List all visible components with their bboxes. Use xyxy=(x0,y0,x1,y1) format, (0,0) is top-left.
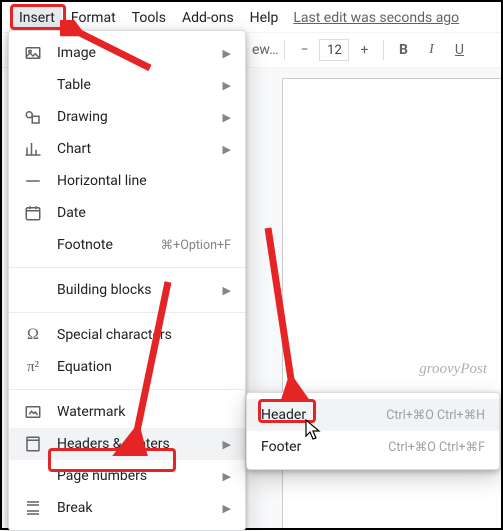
dropdown-item-special-characters[interactable]: Ω Special characters xyxy=(9,319,245,351)
menu-addons[interactable]: Add-ons xyxy=(175,6,241,30)
divider xyxy=(9,312,245,313)
blocks-icon xyxy=(23,280,43,300)
date-icon xyxy=(23,203,43,223)
shortcut-text: Ctrl+⌘O Ctrl+⌘F xyxy=(388,439,485,455)
menu-help[interactable]: Help xyxy=(243,6,286,30)
shortcut-text: Ctrl+⌘O Ctrl+⌘H xyxy=(386,407,485,423)
separator xyxy=(284,40,285,60)
dropdown-item-label: Special characters xyxy=(57,327,231,343)
dropdown-item-label: Building blocks xyxy=(57,282,215,298)
chevron-right-icon: ▶ xyxy=(223,284,231,297)
divider xyxy=(9,267,245,268)
bold-button[interactable]: B xyxy=(390,37,416,63)
dropdown-item-date[interactable]: Date xyxy=(9,197,245,229)
chevron-right-icon: ▶ xyxy=(223,47,231,60)
dropdown-item-drawing[interactable]: Drawing ▶ xyxy=(9,101,245,133)
dropdown-item-label: Horizontal line xyxy=(57,173,231,189)
insert-dropdown: Image ▶ Table ▶ Drawing ▶ Chart ▶ Horizo… xyxy=(8,30,246,531)
table-icon xyxy=(23,75,43,95)
edit-status[interactable]: Last edit was seconds ago xyxy=(293,10,459,26)
chevron-right-icon: ▶ xyxy=(223,111,231,124)
submenu-item-header[interactable]: Header Ctrl+⌘O Ctrl+⌘H xyxy=(247,399,499,431)
menu-insert[interactable]: Insert xyxy=(12,6,62,30)
dropdown-item-page-numbers[interactable]: Page numbers ▶ xyxy=(9,460,245,492)
submenu-item-footer[interactable]: Footer Ctrl+⌘O Ctrl+⌘F xyxy=(247,431,499,463)
dropdown-item-footnote[interactable]: Footnote ⌘+Option+F xyxy=(9,229,245,261)
site-watermark: groovyPost xyxy=(419,361,487,378)
chevron-right-icon: ▶ xyxy=(223,79,231,92)
dropdown-item-label: Headers & footers xyxy=(57,436,215,452)
image-icon xyxy=(23,43,43,63)
dropdown-item-label: Drawing xyxy=(57,109,215,125)
dropdown-item-label: Equation xyxy=(57,359,231,375)
dropdown-item-label: Page numbers xyxy=(57,468,215,484)
dropdown-item-label: Footnote xyxy=(57,237,153,253)
divider xyxy=(9,389,245,390)
dropdown-item-table[interactable]: Table ▶ xyxy=(9,69,245,101)
separator xyxy=(383,40,384,60)
break-icon xyxy=(23,498,43,518)
headers-icon xyxy=(23,434,43,454)
omega-icon: Ω xyxy=(23,325,43,345)
font-size-value[interactable]: 12 xyxy=(319,39,349,61)
dropdown-item-break[interactable]: Break ▶ xyxy=(9,492,245,524)
watermark-icon xyxy=(23,402,43,422)
font-size-stepper[interactable]: − 12 + xyxy=(291,37,377,63)
plus-icon[interactable]: + xyxy=(351,37,377,63)
menu-tools[interactable]: Tools xyxy=(125,6,173,30)
dropdown-item-label: Date xyxy=(57,205,231,221)
minus-icon[interactable]: − xyxy=(291,37,317,63)
shortcut-text: ⌘+Option+F xyxy=(161,237,231,253)
dropdown-item-label: Chart xyxy=(57,141,215,157)
submenu-item-label: Header xyxy=(261,407,386,423)
dropdown-item-headers-footers[interactable]: Headers & footers ▶ xyxy=(9,428,245,460)
dropdown-item-image[interactable]: Image ▶ xyxy=(9,37,245,69)
submenu-item-label: Footer xyxy=(261,439,388,455)
chevron-right-icon: ▶ xyxy=(223,143,231,156)
dropdown-item-building-blocks[interactable]: Building blocks ▶ xyxy=(9,274,245,306)
chart-icon xyxy=(23,139,43,159)
footnote-icon xyxy=(23,235,43,255)
dropdown-item-watermark[interactable]: Watermark xyxy=(9,396,245,428)
dropdown-item-chart[interactable]: Chart ▶ xyxy=(9,133,245,165)
chevron-right-icon: ▶ xyxy=(223,438,231,451)
chevron-right-icon: ▶ xyxy=(223,470,231,483)
pi-icon: π² xyxy=(23,357,43,377)
dropdown-item-label: Table xyxy=(57,77,215,93)
hr-icon xyxy=(23,171,43,191)
chevron-right-icon: ▶ xyxy=(223,502,231,515)
dropdown-item-label: Image xyxy=(57,45,215,61)
menu-format[interactable]: Format xyxy=(64,6,123,30)
menubar: Insert Format Tools Add-ons Help Last ed… xyxy=(2,2,501,32)
italic-button[interactable]: I xyxy=(418,37,444,63)
paragraph-style-truncated[interactable]: ew… xyxy=(252,42,278,58)
dropdown-item-label: Watermark xyxy=(57,404,231,420)
pagenum-icon xyxy=(23,466,43,486)
dropdown-item-equation[interactable]: π² Equation xyxy=(9,351,245,383)
drawing-icon xyxy=(23,107,43,127)
dropdown-item-label: Break xyxy=(57,500,215,516)
underline-button[interactable]: U xyxy=(446,37,472,63)
dropdown-item-horizontal-line[interactable]: Horizontal line xyxy=(9,165,245,197)
headers-footers-submenu: Header Ctrl+⌘O Ctrl+⌘H Footer Ctrl+⌘O Ct… xyxy=(246,392,500,470)
